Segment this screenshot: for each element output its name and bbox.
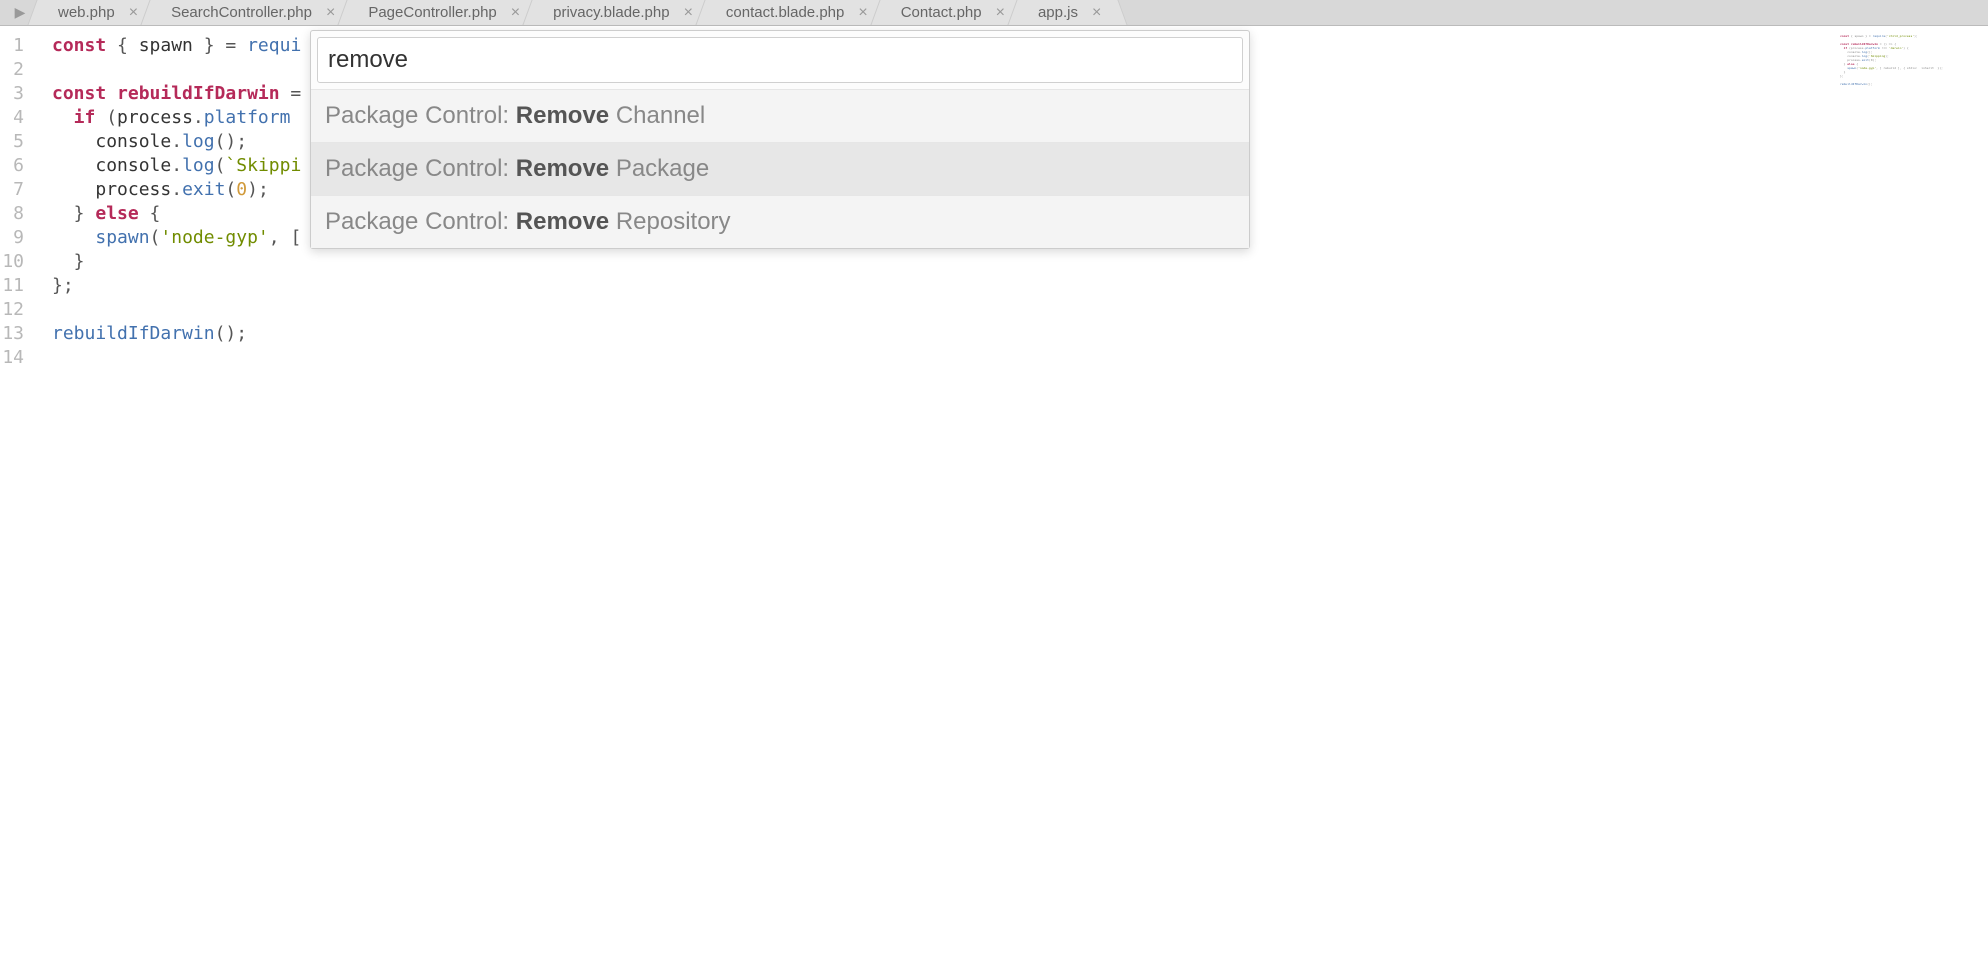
palette-item-match: Remove: [516, 155, 609, 182]
tab-searchcontroller-php[interactable]: SearchController.php ×: [153, 0, 350, 25]
line-number: 10: [0, 250, 32, 274]
line-number: 9: [0, 226, 32, 250]
tab-web-php[interactable]: web.php ×: [40, 0, 153, 25]
line-number: 11: [0, 274, 32, 298]
palette-item-match: Remove: [516, 208, 609, 235]
palette-item-remove-package[interactable]: Package Control: Remove Package: [311, 142, 1249, 195]
line-number: 6: [0, 154, 32, 178]
tab-label: PageController.php: [368, 4, 496, 21]
line-number: 2: [0, 58, 32, 82]
palette-item-suffix: Package: [609, 155, 709, 182]
close-icon[interactable]: ×: [326, 5, 335, 21]
close-icon[interactable]: ×: [996, 5, 1005, 21]
tab-pagecontroller-php[interactable]: PageController.php ×: [350, 0, 535, 25]
line-number: 13: [0, 322, 32, 346]
tab-bar: ▶ web.php × SearchController.php × PageC…: [0, 0, 1988, 26]
close-icon[interactable]: ×: [858, 5, 867, 21]
palette-item-match: Remove: [516, 102, 609, 129]
close-icon[interactable]: ×: [684, 5, 693, 21]
tab-label: contact.blade.php: [726, 4, 844, 21]
tab-label: Contact.php: [901, 4, 982, 21]
palette-item-remove-repository[interactable]: Package Control: Remove Repository: [311, 195, 1249, 248]
tab-label: privacy.blade.php: [553, 4, 669, 21]
tab-label: app.js: [1038, 4, 1078, 21]
tab-contact-blade-php[interactable]: contact.blade.php ×: [708, 0, 883, 25]
palette-item-prefix: Package Control:: [325, 155, 516, 182]
line-number: 8: [0, 202, 32, 226]
line-number: 5: [0, 130, 32, 154]
line-number: 3: [0, 82, 32, 106]
tab-label: SearchController.php: [171, 4, 312, 21]
gutter: 1 2 3 4 5 6 7 8 9 10 11 12 13 14: [0, 26, 32, 954]
tab-privacy-blade-php[interactable]: privacy.blade.php ×: [535, 0, 708, 25]
palette-item-suffix: Repository: [609, 208, 730, 235]
palette-item-suffix: Channel: [609, 102, 705, 129]
tab-contact-php[interactable]: Contact.php ×: [883, 0, 1020, 25]
minimap[interactable]: const { spawn } = require('child_process…: [1840, 34, 1980, 114]
palette-item-prefix: Package Control:: [325, 102, 516, 129]
tab-app-js[interactable]: app.js ×: [1020, 0, 1116, 25]
close-icon[interactable]: ×: [511, 5, 520, 21]
line-number: 4: [0, 106, 32, 130]
palette-item-prefix: Package Control:: [325, 208, 516, 235]
line-number: 7: [0, 178, 32, 202]
command-palette-input[interactable]: [317, 37, 1243, 83]
line-number: 12: [0, 298, 32, 322]
command-palette: Package Control: Remove Channel Package …: [310, 30, 1250, 249]
close-icon[interactable]: ×: [129, 5, 138, 21]
line-number: 1: [0, 34, 32, 58]
line-number: 14: [0, 346, 32, 370]
tab-label: web.php: [58, 4, 115, 21]
close-icon[interactable]: ×: [1092, 5, 1101, 21]
palette-item-remove-channel[interactable]: Package Control: Remove Channel: [311, 89, 1249, 142]
